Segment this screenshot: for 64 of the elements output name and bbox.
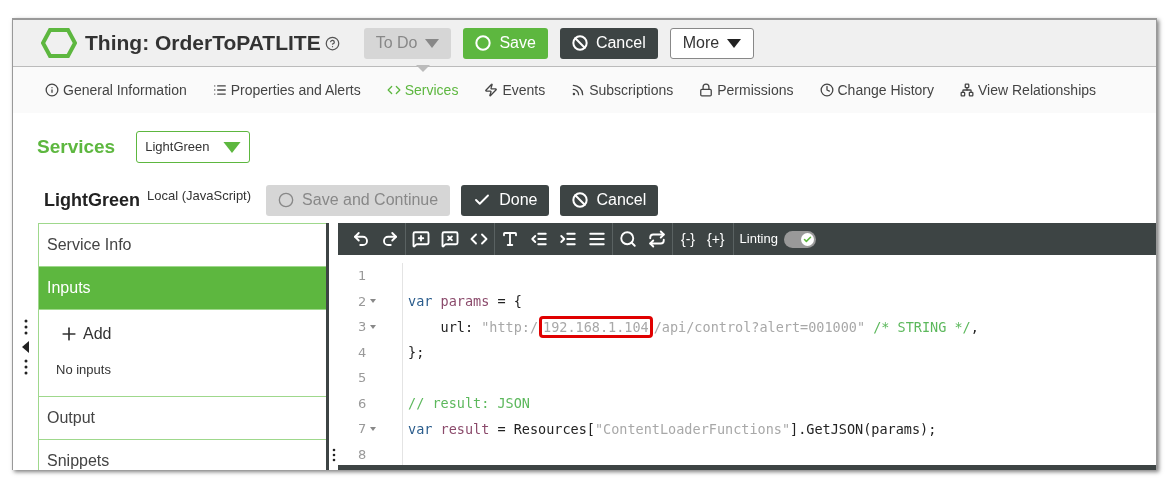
list-icon [212,83,227,97]
tab[interactable]: Permissions [699,79,794,101]
line-number: 6 [358,394,367,413]
linting-label: Linting [739,230,778,249]
line-number: 7 [358,419,377,439]
code-line: // result: JSON [408,394,530,414]
justify-icon[interactable] [588,230,606,248]
empty-message: No inputs [56,361,112,379]
service-type: Local (JavaScript) [147,187,252,206]
add-input-button[interactable]: Add [59,322,112,346]
line-number: 8 [358,445,367,464]
services-heading: Services [37,134,116,159]
line-number: 5 [358,369,367,387]
line-number: 4 [358,343,367,362]
line-number: 3 [358,317,377,337]
drag-handle-icon[interactable] [331,448,336,462]
done-button[interactable]: Done [461,184,550,216]
circle-icon [278,192,295,208]
help-icon[interactable] [324,35,340,51]
undo-icon[interactable] [352,230,370,248]
service-dropdown[interactable]: LightGreen [136,131,251,163]
caret-icon [727,38,742,48]
tab[interactable]: Events [484,79,546,101]
code-line: var params = { [408,292,522,312]
lightning-icon [484,83,499,97]
add-comment-icon[interactable] [412,230,430,248]
search-icon[interactable] [619,230,637,248]
code-line: url: "http:/ 192.168.1.104 /api/control?alert=001000" /* STRING */, [408,316,979,337]
indent-icon[interactable] [559,230,577,248]
cancel-button[interactable]: Cancel [559,27,658,59]
circle-icon [475,35,492,51]
clock-icon [819,83,834,97]
code-line: }; [408,343,425,363]
expand-all-button[interactable]: {+} [707,228,725,250]
tab[interactable]: View Relationships [960,79,1097,101]
caret-icon [223,141,242,153]
tab[interactable]: Subscriptions [571,79,674,101]
remove-comment-icon[interactable] [441,230,459,248]
caret-icon [425,38,440,48]
redo-icon[interactable] [381,230,399,248]
code-icon [386,83,401,97]
more-menu-button[interactable]: More [669,27,755,59]
check-icon [802,234,812,244]
feed-icon [571,83,586,97]
thing-title: Thing: OrderToPATLITE [85,30,321,57]
cancel-icon [572,192,589,208]
text-size-icon[interactable] [501,230,519,248]
linting-toggle[interactable] [783,230,816,248]
line-number: 2 [358,291,377,311]
tab[interactable]: Change History [819,79,934,101]
cancel-icon [571,35,588,51]
code-line: var result = Resources["ContentLoaderFunctions"].GetJSON(params); [408,419,937,439]
tab[interactable]: General Information [45,79,187,101]
cancel-button[interactable]: Cancel [560,184,659,216]
outdent-icon[interactable] [530,230,548,248]
line-number: 1 [358,267,367,285]
hierarchy-icon [960,83,974,97]
lock-icon [699,83,714,97]
tab[interactable]: Properties and Alerts [212,79,361,101]
hexagon-logo [41,27,77,59]
info-icon [45,83,59,97]
replace-icon[interactable] [648,230,666,248]
collapse-all-button[interactable]: {-} [681,228,695,250]
service-name: LightGreen [44,188,140,212]
